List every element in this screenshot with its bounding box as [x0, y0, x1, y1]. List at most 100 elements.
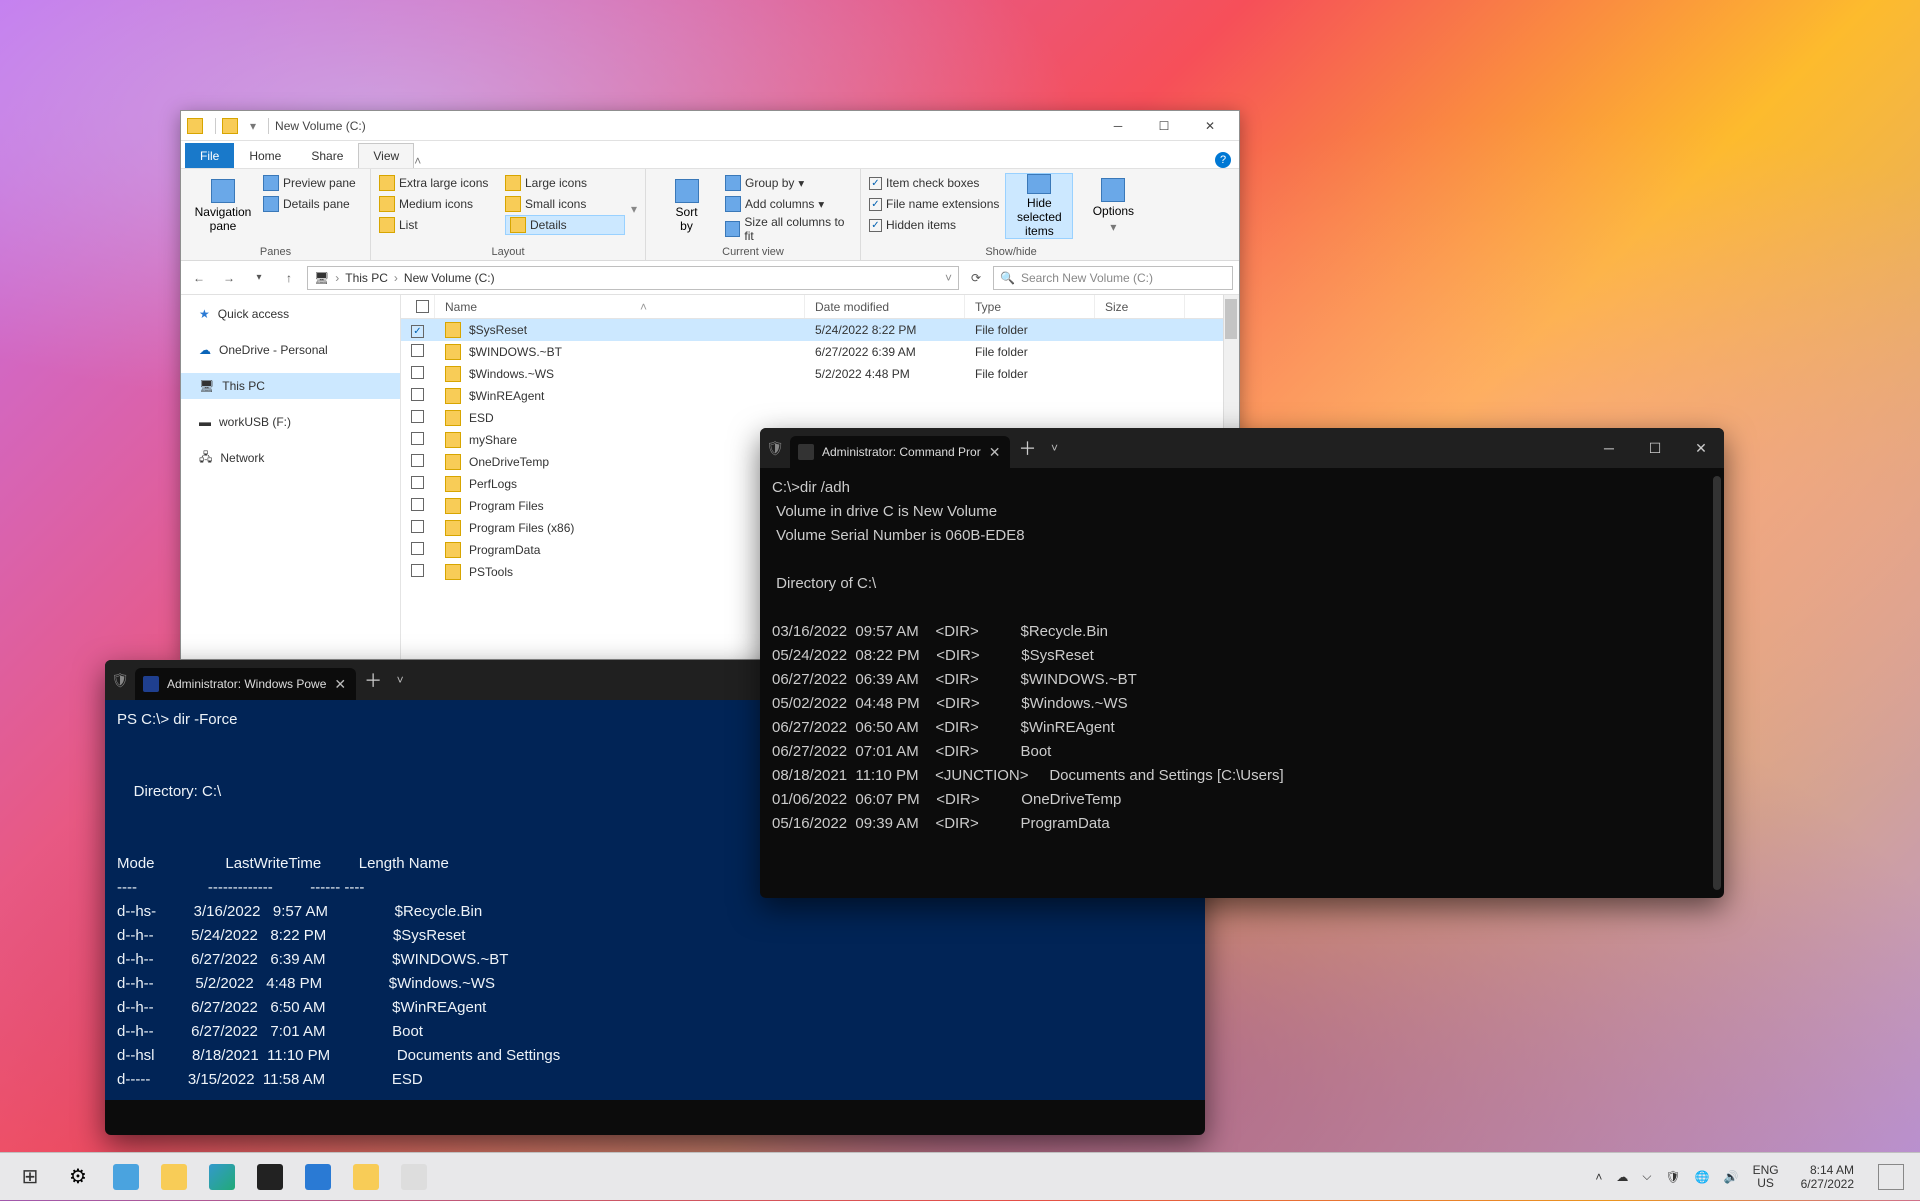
network-tray-icon[interactable]: 🌐 — [1695, 1170, 1710, 1184]
details-pane-button[interactable]: Details pane — [263, 194, 356, 214]
minimize-button[interactable]: ─ — [1095, 111, 1141, 141]
tab-dropdown[interactable]: ˅ — [390, 673, 410, 687]
options-button[interactable]: Options▾ — [1079, 173, 1147, 239]
tab-view[interactable]: View — [358, 143, 414, 168]
item-checkboxes-toggle[interactable]: ✓Item check boxes — [869, 173, 999, 193]
row-checkbox[interactable] — [411, 564, 424, 577]
row-checkbox[interactable] — [411, 344, 424, 357]
row-checkbox[interactable] — [411, 432, 424, 445]
powershell-tab[interactable]: Administrator: Windows Powe ✕ — [135, 668, 356, 700]
system-tray[interactable]: ˄ ☁ ⌵ 🛡 🌐 🔊 ENGUS 8:14 AM6/27/2022 — [1595, 1163, 1914, 1191]
new-tab-button[interactable]: ＋ — [356, 660, 390, 700]
vscode-taskbar-icon[interactable] — [294, 1153, 342, 1201]
onedrive-tray-icon[interactable]: ☁ — [1616, 1170, 1628, 1184]
help-icon[interactable]: ? — [1215, 152, 1231, 168]
layout-list[interactable]: List — [379, 215, 499, 235]
breadcrumb-volume[interactable]: New Volume (C:) — [404, 271, 495, 285]
security-tray-icon[interactable]: ⌵ — [1642, 1169, 1651, 1184]
row-checkbox[interactable] — [411, 410, 424, 423]
row-checkbox[interactable] — [411, 366, 424, 379]
file-ext-toggle[interactable]: ✓File name extensions — [869, 194, 999, 214]
tab-home[interactable]: Home — [234, 143, 296, 168]
folder-icon — [445, 388, 461, 404]
clock[interactable]: 8:14 AM6/27/2022 — [1801, 1163, 1854, 1191]
layout-details[interactable]: Details — [505, 215, 625, 235]
settings-icon[interactable]: ⚙ — [54, 1153, 102, 1201]
maximize-button[interactable]: ☐ — [1141, 111, 1187, 141]
row-checkbox[interactable]: ✓ — [411, 325, 424, 338]
volume-tray-icon[interactable]: 🔊 — [1724, 1170, 1739, 1184]
layout-medium[interactable]: Medium icons — [379, 194, 499, 214]
search-box[interactable]: 🔍 Search New Volume (C:) — [993, 266, 1233, 290]
folder-icon — [445, 344, 461, 360]
cmd-titlebar[interactable]: 🛡 Administrator: Command Pror ✕ ＋ ˅ ─ ☐ … — [760, 428, 1724, 468]
sidebar-workusb[interactable]: ▬workUSB (F:) — [181, 409, 400, 435]
layout-small[interactable]: Small icons — [505, 194, 625, 214]
file-row[interactable]: $WINDOWS.~BT6/27/2022 6:39 AMFile folder — [401, 341, 1239, 363]
task-view-icon[interactable] — [102, 1153, 150, 1201]
close-button[interactable]: ✕ — [1187, 111, 1233, 141]
row-checkbox[interactable] — [411, 454, 424, 467]
tab-share[interactable]: Share — [296, 143, 358, 168]
edge-taskbar-icon[interactable] — [198, 1153, 246, 1201]
scrollbar[interactable] — [1713, 476, 1721, 890]
collapse-ribbon-icon[interactable]: ˄ — [414, 154, 421, 168]
row-checkbox[interactable] — [411, 520, 424, 533]
folder-taskbar-icon[interactable] — [342, 1153, 390, 1201]
row-checkbox[interactable] — [411, 498, 424, 511]
file-row[interactable]: ✓$SysReset5/24/2022 8:22 PMFile folder — [401, 319, 1239, 341]
file-row[interactable]: ESD — [401, 407, 1239, 429]
sidebar-network[interactable]: 🖧Network — [181, 445, 400, 471]
folder-icon — [445, 454, 461, 470]
cmd-tab[interactable]: Administrator: Command Pror ✕ — [790, 436, 1010, 468]
file-row[interactable]: $WinREAgent — [401, 385, 1239, 407]
terminal-taskbar-icon[interactable] — [246, 1153, 294, 1201]
row-checkbox[interactable] — [411, 388, 424, 401]
tab-file[interactable]: File — [185, 143, 234, 168]
row-checkbox[interactable] — [411, 542, 424, 555]
tray-chevron-icon[interactable]: ˄ — [1595, 1170, 1602, 1184]
layout-xlarge[interactable]: Extra large icons — [379, 173, 499, 193]
column-headers[interactable]: Name˄ Date modified Type Size — [401, 295, 1239, 319]
explorer-taskbar-icon[interactable] — [150, 1153, 198, 1201]
close-button[interactable]: ✕ — [1678, 428, 1724, 468]
close-tab-icon[interactable]: ✕ — [334, 676, 346, 693]
window-title: New Volume (C:) — [275, 119, 366, 133]
cmd-output[interactable]: C:\>dir /adh Volume in drive C is New Vo… — [760, 468, 1724, 844]
minimize-button[interactable]: ─ — [1586, 428, 1632, 468]
row-checkbox[interactable] — [411, 476, 424, 489]
notifications-icon[interactable] — [1878, 1164, 1904, 1190]
file-row[interactable]: $Windows.~WS5/2/2022 4:48 PMFile folder — [401, 363, 1239, 385]
select-all-checkbox[interactable] — [416, 300, 429, 313]
back-button[interactable]: ← — [187, 266, 211, 290]
forward-button[interactable]: → — [217, 266, 241, 290]
start-button[interactable]: ⊞ — [6, 1153, 54, 1201]
explorer-titlebar[interactable]: ▾ New Volume (C:) ─ ☐ ✕ — [181, 111, 1239, 141]
maximize-button[interactable]: ☐ — [1632, 428, 1678, 468]
shield-tray-icon[interactable]: 🛡 — [1665, 1170, 1680, 1184]
up-button[interactable]: ↑ — [277, 266, 301, 290]
language-indicator[interactable]: ENGUS — [1753, 1164, 1779, 1190]
new-tab-button[interactable]: ＋ — [1010, 428, 1044, 468]
address-bar[interactable]: 🖥› This PC› New Volume (C:) ˅ — [307, 266, 959, 290]
group-by-button[interactable]: Group by ▾ — [725, 173, 852, 193]
navigation-pane-button[interactable]: Navigation pane — [189, 173, 257, 239]
sidebar-quick-access[interactable]: ★Quick access — [181, 301, 400, 327]
tab-dropdown[interactable]: ˅ — [1044, 441, 1064, 455]
hide-selected-button[interactable]: Hide selected items — [1005, 173, 1073, 239]
close-tab-icon[interactable]: ✕ — [989, 444, 1001, 461]
layout-large[interactable]: Large icons — [505, 173, 625, 193]
size-columns-button[interactable]: Size all columns to fit — [725, 215, 852, 243]
hidden-items-toggle[interactable]: ✓Hidden items — [869, 215, 999, 235]
history-dropdown[interactable]: ▾ — [247, 266, 271, 290]
refresh-button[interactable]: ⟳ — [965, 267, 987, 289]
breadcrumb-thispc[interactable]: This PC — [345, 271, 388, 285]
navigation-pane: ★Quick access ☁OneDrive - Personal 🖥This… — [181, 295, 401, 659]
sidebar-this-pc[interactable]: 🖥This PC — [181, 373, 400, 399]
app-taskbar-icon[interactable] — [390, 1153, 438, 1201]
sidebar-onedrive[interactable]: ☁OneDrive - Personal — [181, 337, 400, 363]
address-bar-row: ← → ▾ ↑ 🖥› This PC› New Volume (C:) ˅ ⟳ … — [181, 261, 1239, 295]
preview-pane-button[interactable]: Preview pane — [263, 173, 356, 193]
sort-by-button[interactable]: Sort by — [654, 173, 719, 239]
add-columns-button[interactable]: Add columns ▾ — [725, 194, 852, 214]
